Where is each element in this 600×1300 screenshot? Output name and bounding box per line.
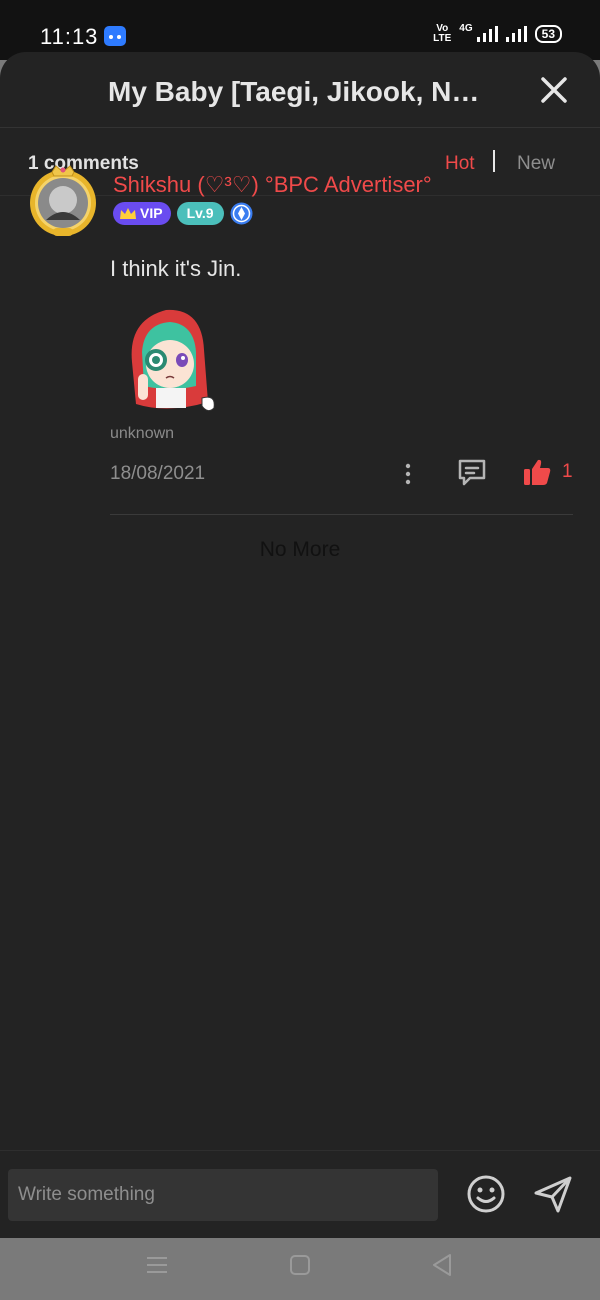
status-indicators: Vo LTE 4G 53 — [433, 22, 562, 44]
thumbs-up-icon — [524, 459, 551, 485]
emoji-icon — [467, 1175, 505, 1213]
emoji-button[interactable] — [465, 1173, 507, 1215]
status-bar: 11:13 Vo LTE 4G 53 — [0, 0, 600, 60]
level-badge: Lv.9 — [176, 202, 224, 225]
comment-date: 18/08/2021 — [110, 463, 206, 484]
status-time: 11:13 — [40, 24, 99, 49]
comment-text: I think it's Jin. — [110, 256, 242, 281]
close-button[interactable] — [538, 74, 570, 106]
reply-button[interactable] — [456, 456, 488, 488]
sort-new-tab[interactable]: New — [517, 153, 555, 175]
battery-icon: 53 — [534, 25, 562, 43]
comment-composer — [0, 1150, 600, 1238]
send-icon — [534, 1176, 572, 1213]
sort-hot-tab[interactable]: Hot — [445, 153, 475, 175]
nav-menu-icon[interactable] — [146, 1254, 168, 1276]
more-options-button[interactable] — [398, 460, 418, 488]
end-of-list-label: No More — [259, 538, 341, 561]
comment-author[interactable]: Shikshu (♡³♡) °BPC Advertiser° — [113, 172, 432, 198]
android-app-icon — [104, 26, 126, 46]
system-nav-bar — [0, 1238, 600, 1300]
like-count: 1 — [562, 461, 573, 482]
network-type: 4G — [459, 22, 473, 34]
comment-input[interactable] — [8, 1169, 438, 1221]
comment-divider — [110, 514, 573, 515]
nav-home-icon[interactable] — [289, 1254, 311, 1276]
comment-location: unknown — [110, 425, 175, 442]
story-title: My Baby [Taegi, Jikook, Na... — [108, 76, 488, 107]
sort-divider — [493, 150, 495, 172]
like-button[interactable]: 1 — [522, 457, 573, 487]
send-button[interactable] — [532, 1173, 574, 1215]
avatar[interactable] — [26, 164, 100, 238]
reply-icon — [458, 459, 486, 486]
crown-icon — [120, 207, 136, 219]
nav-back-icon[interactable] — [430, 1252, 454, 1278]
sticker-image — [131, 309, 215, 412]
verify-icon — [230, 202, 253, 225]
vip-label: VIP — [140, 205, 163, 221]
close-icon — [541, 77, 567, 103]
more-icon — [405, 463, 411, 485]
signal-icon-2 — [505, 26, 527, 42]
volte-icon: Vo LTE — [433, 23, 452, 44]
author-badges: VIP Lv.9 — [113, 202, 253, 225]
sheet-header: My Baby [Taegi, Jikook, Na... — [0, 52, 600, 128]
vip-badge: VIP — [113, 202, 171, 225]
signal-icon — [476, 26, 498, 42]
